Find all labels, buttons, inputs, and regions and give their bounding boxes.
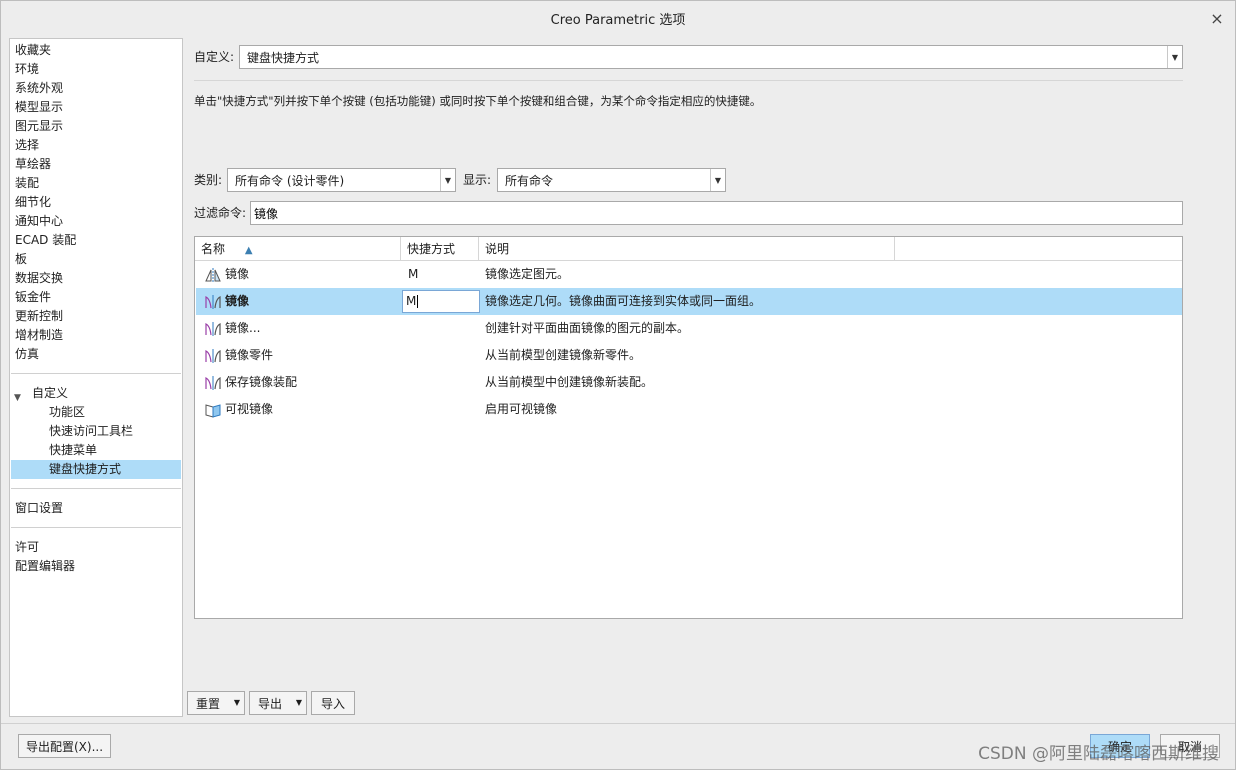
row-description: 从当前模型创建镜像新零件。: [485, 348, 642, 362]
category-label: 类别:: [194, 173, 223, 187]
filter-input[interactable]: [250, 201, 1183, 225]
shortcuts-table: 名称 ▲ 快捷方式 说明 镜像 M 镜像选定图元。 镜像 M 镜像选定几何。镜像…: [194, 236, 1183, 619]
row-description: 镜像选定几何。镜像曲面可连接到实体或同一面组。: [485, 294, 762, 308]
row-description: 启用可视镜像: [485, 402, 558, 416]
sidebar-divider: [11, 488, 181, 489]
sidebar-item-window-settings[interactable]: 窗口设置: [15, 499, 63, 518]
column-name-label: 名称: [201, 242, 226, 256]
row-name: 镜像: [225, 294, 250, 308]
sidebar-item-shortcut-menu[interactable]: 快捷菜单: [49, 441, 97, 460]
table-row[interactable]: 镜像 M 镜像选定图元。: [196, 261, 1182, 288]
export-label: 导出: [258, 696, 283, 711]
row-name: 镜像...: [225, 321, 261, 335]
sidebar-item-customize[interactable]: 自定义: [32, 384, 68, 403]
row-shortcut[interactable]: M: [408, 261, 418, 288]
header-divider: [194, 80, 1183, 81]
close-icon: ×: [1210, 8, 1224, 28]
sidebar-item-data-exchange[interactable]: 数据交换: [15, 269, 63, 288]
table-row[interactable]: 保存镜像装配 从当前模型中创建镜像新装配。: [196, 369, 1182, 396]
sidebar-item-ribbon[interactable]: 功能区: [49, 403, 85, 422]
column-header-empty: [895, 237, 1182, 261]
sidebar-item-update-control[interactable]: 更新控制: [15, 307, 63, 326]
category-select-value: 所有命令 (设计零件): [235, 173, 345, 188]
collapse-arrow-icon[interactable]: ▼: [14, 389, 21, 408]
customize-select[interactable]: 键盘快捷方式 ▼: [239, 45, 1183, 69]
column-header-description[interactable]: 说明: [479, 237, 895, 261]
sort-ascending-icon: ▲: [244, 245, 253, 256]
chevron-down-icon: ▼: [440, 169, 455, 191]
row-description: 镜像选定图元。: [485, 267, 570, 281]
table-row[interactable]: 可视镜像 启用可视镜像: [196, 396, 1182, 423]
display-label: 显示:: [463, 173, 492, 187]
sidebar-item-simulation[interactable]: 仿真: [15, 345, 39, 364]
mirror-entity-icon: [205, 268, 221, 282]
chevron-down-icon: ▼: [295, 698, 302, 707]
shortcut-edit-field[interactable]: M: [402, 290, 480, 313]
row-description: 创建针对平面曲面镜像的图元的副本。: [485, 321, 690, 335]
text-caret: [417, 295, 419, 308]
import-button[interactable]: 导入: [311, 691, 355, 715]
category-select[interactable]: 所有命令 (设计零件) ▼: [227, 168, 456, 192]
export-button[interactable]: 导出 ▼: [249, 691, 307, 715]
sidebar-item-config-editor[interactable]: 配置编辑器: [15, 557, 75, 576]
sidebar-divider: [11, 373, 181, 374]
row-name: 镜像零件: [225, 348, 274, 362]
sidebar-item-notification-center[interactable]: 通知中心: [15, 212, 63, 231]
sidebar-item-detailing[interactable]: 细节化: [15, 193, 51, 212]
sidebar-item-ecad-assembly[interactable]: ECAD 装配: [15, 231, 76, 250]
visible-mirror-icon: [205, 404, 221, 418]
chevron-down-icon: ▼: [710, 169, 725, 191]
sidebar-item-keyboard-shortcuts[interactable]: 键盘快捷方式: [49, 460, 121, 479]
sidebar-item-system-appearance[interactable]: 系统外观: [15, 79, 63, 98]
sidebar-item-sketcher[interactable]: 草绘器: [15, 155, 51, 174]
mirror-geometry-icon: [205, 376, 221, 390]
row-description: 从当前模型中创建镜像新装配。: [485, 375, 654, 389]
footer-divider: [1, 723, 1235, 724]
reset-button[interactable]: 重置 ▼: [187, 691, 245, 715]
row-name: 镜像: [225, 267, 250, 281]
sidebar-item-environment[interactable]: 环境: [15, 60, 39, 79]
sidebar-item-board[interactable]: 板: [15, 250, 27, 269]
category-sidebar: 收藏夹 环境 系统外观 模型显示 图元显示 选择 草绘器 装配 细节化 通知中心…: [9, 38, 183, 717]
row-name: 保存镜像装配: [225, 375, 298, 389]
table-row[interactable]: 镜像... 创建针对平面曲面镜像的图元的副本。: [196, 315, 1182, 342]
window-title: Creo Parametric 选项: [550, 12, 686, 28]
instruction-text: 单击"快捷方式"列并按下单个按键 (包括功能键) 或同时按下单个按键和组合键，为…: [194, 94, 762, 108]
table-header: 名称 ▲ 快捷方式 说明: [195, 237, 1182, 261]
sidebar-item-selection[interactable]: 选择: [15, 136, 39, 155]
chevron-down-icon: ▼: [233, 698, 240, 707]
mirror-geometry-icon: [205, 322, 221, 336]
sidebar-item-favorites[interactable]: 收藏夹: [15, 41, 51, 60]
title-bar: Creo Parametric 选项 ×: [1, 1, 1235, 35]
chevron-down-icon: ▼: [1167, 46, 1182, 68]
table-row[interactable]: 镜像零件 从当前模型创建镜像新零件。: [196, 342, 1182, 369]
shortcut-edit-value: M: [406, 294, 417, 308]
watermark-text: CSDN @阿里陆磊喀喀西斯维搜: [978, 744, 1219, 764]
mirror-geometry-icon: [205, 295, 221, 309]
customize-select-value: 键盘快捷方式: [247, 50, 320, 65]
close-button[interactable]: ×: [1207, 8, 1227, 28]
sidebar-item-quick-access-toolbar[interactable]: 快速访问工具栏: [49, 422, 133, 441]
sidebar-item-sheetmetal[interactable]: 钣金件: [15, 288, 51, 307]
options-dialog: Creo Parametric 选项 × 收藏夹 环境 系统外观 模型显示 图元…: [0, 0, 1236, 770]
customize-label: 自定义:: [194, 50, 235, 64]
sidebar-divider: [11, 527, 181, 528]
mirror-geometry-icon: [205, 349, 221, 363]
sidebar-item-model-display[interactable]: 模型显示: [15, 98, 63, 117]
sidebar-item-license[interactable]: 许可: [15, 538, 39, 557]
sidebar-item-additive-manufacturing[interactable]: 增材制造: [15, 326, 63, 345]
sidebar-item-assembly[interactable]: 装配: [15, 174, 39, 193]
export-config-button[interactable]: 导出配置(X)...: [18, 734, 111, 758]
display-select[interactable]: 所有命令 ▼: [497, 168, 726, 192]
row-name: 可视镜像: [225, 402, 274, 416]
column-header-name[interactable]: 名称 ▲: [195, 237, 401, 261]
display-select-value: 所有命令: [505, 173, 554, 188]
filter-label: 过滤命令:: [194, 206, 247, 220]
table-row-selected[interactable]: 镜像 M 镜像选定几何。镜像曲面可连接到实体或同一面组。: [196, 288, 1182, 315]
reset-label: 重置: [196, 696, 221, 711]
sidebar-item-entity-display[interactable]: 图元显示: [15, 117, 63, 136]
column-header-shortcut[interactable]: 快捷方式: [401, 237, 479, 261]
